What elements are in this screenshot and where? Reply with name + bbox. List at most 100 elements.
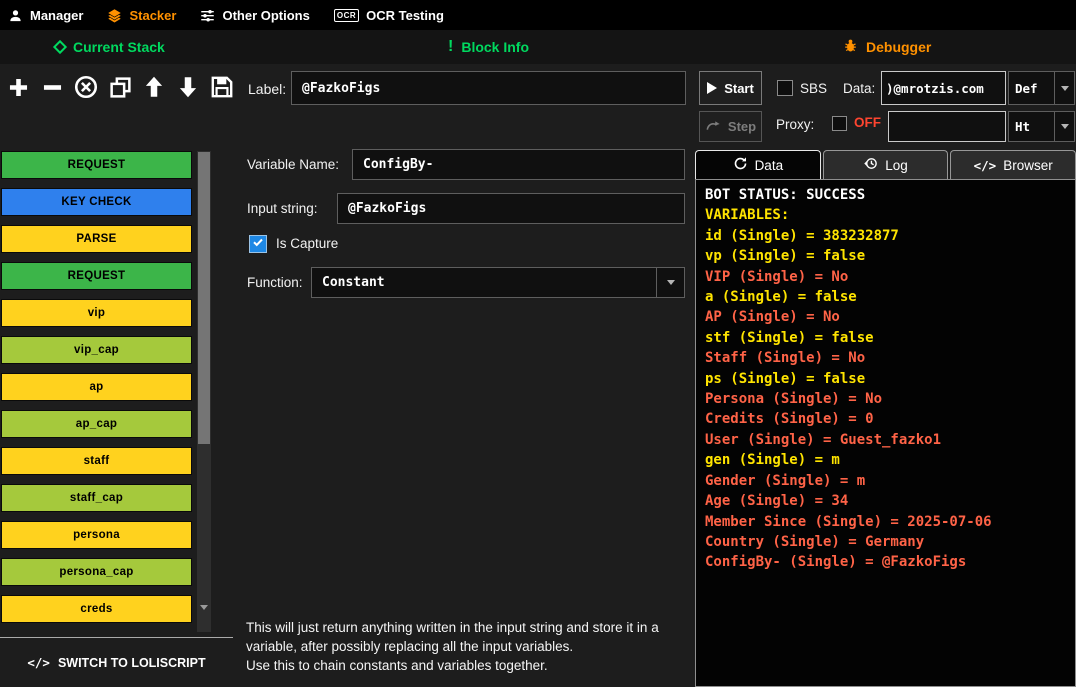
label-caption: Label:	[248, 81, 286, 97]
stack-block[interactable]: ap	[1, 373, 192, 401]
tab-label: Data	[755, 158, 784, 173]
function-dropdown[interactable]: Constant	[311, 267, 685, 298]
debugger-output-line: Persona (Single) = No	[705, 389, 1066, 409]
start-button[interactable]: Start	[699, 71, 762, 105]
scrollbar-thumb[interactable]	[198, 152, 210, 444]
step-icon	[705, 118, 721, 135]
stack-block[interactable]: REQUEST	[1, 262, 192, 290]
history-icon	[863, 156, 878, 174]
stack-block[interactable]: persona	[1, 521, 192, 549]
menubar-item-label: OCR Testing	[366, 8, 444, 23]
debugger-output: BOT STATUS: SUCCESSVARIABLES:id (Single)…	[695, 179, 1076, 687]
sliders-icon	[200, 8, 215, 23]
tab-browser[interactable]: </> Browser	[950, 150, 1076, 179]
menubar-item-ocr-testing[interactable]: OCR OCR Testing	[334, 8, 444, 23]
info-icon: !	[448, 38, 453, 56]
proxy-checkbox[interactable]	[832, 116, 847, 131]
proxy-type-value: Ht	[1009, 112, 1054, 141]
proxy-input[interactable]	[888, 111, 1006, 142]
add-block-button[interactable]	[3, 69, 33, 105]
debugger-output-line: Age (Single) = 34	[705, 491, 1066, 511]
menubar-item-label: Stacker	[129, 8, 176, 23]
app-window: Manager Stacker Other Options OCR OCR Te…	[0, 0, 1076, 687]
menubar-item-stacker[interactable]: Stacker	[107, 8, 176, 23]
proxy-off-label: OFF	[854, 115, 881, 130]
stack-block[interactable]: REQUEST	[1, 151, 192, 179]
debugger-output-line: Staff (Single) = No	[705, 348, 1066, 368]
stack-list: REQUEST KEY CHECK PARSE REQUEST vip vip_capap…	[1, 151, 192, 632]
debugger-output-line: ps (Single) = false	[705, 369, 1066, 389]
step-button-label: Step	[728, 119, 756, 134]
step-button[interactable]: Step	[699, 111, 762, 142]
debugger-output-line: VARIABLES:	[705, 205, 1066, 225]
debugger-output-line: AP (Single) = No	[705, 307, 1066, 327]
stack-block[interactable]: vip	[1, 299, 192, 327]
move-down-button[interactable]	[173, 69, 203, 105]
debugger-tabs: Data Log </> Browser	[695, 150, 1076, 179]
is-capture-label: Is Capture	[276, 236, 338, 251]
stack-block[interactable]: staff	[1, 447, 192, 475]
stack-block[interactable]: KEY CHECK	[1, 188, 192, 216]
debugger-output-line: a (Single) = false	[705, 287, 1066, 307]
stack-block[interactable]: vip_cap	[1, 336, 192, 364]
proxy-type-dropdown[interactable]: Ht	[1008, 111, 1075, 142]
tab-log[interactable]: Log	[823, 150, 949, 179]
data-input[interactable]: )@mrotzis.com	[881, 71, 1006, 105]
stack-block[interactable]: creds	[1, 595, 192, 623]
debugger-output-line: id (Single) = 383232877	[705, 226, 1066, 246]
menubar: Manager Stacker Other Options OCR OCR Te…	[0, 0, 1076, 30]
debugger-output-line: VIP (Single) = No	[705, 267, 1066, 287]
function-caption: Function:	[247, 275, 303, 290]
move-up-button[interactable]	[139, 69, 169, 105]
debugger-output-line: vp (Single) = false	[705, 246, 1066, 266]
label-input[interactable]: @FazkoFigs	[291, 71, 686, 105]
debugger-output-line: ConfigBy- (Single) = @FazkoFigs	[705, 552, 1066, 572]
block-description: This will just return anything written i…	[246, 618, 698, 675]
stack-block[interactable]: PARSE	[1, 225, 192, 253]
tab-label: Browser	[1003, 158, 1053, 173]
is-capture-checkbox[interactable]	[249, 235, 267, 253]
debugger-header: Debugger	[843, 30, 931, 64]
check-icon	[252, 235, 264, 253]
menubar-item-other-options[interactable]: Other Options	[200, 8, 309, 23]
input-string-input[interactable]: @FazkoFigs	[337, 193, 685, 224]
ocr-icon: OCR	[334, 9, 359, 22]
sbs-label: SBS	[800, 81, 827, 96]
block-info-title: Block Info	[461, 39, 529, 55]
debugger-output-line: Gender (Single) = m	[705, 471, 1066, 491]
clone-block-button[interactable]	[105, 69, 135, 105]
menubar-item-manager[interactable]: Manager	[8, 8, 83, 23]
tab-data[interactable]: Data	[695, 150, 821, 179]
menubar-item-label: Manager	[30, 8, 83, 23]
chevron-down-icon[interactable]	[656, 268, 684, 297]
debugger-output-line: Credits (Single) = 0	[705, 409, 1066, 429]
stack-block[interactable]: staff_cap	[1, 484, 192, 512]
debugger-output-line: Member Since (Single) = 2025-07-06	[705, 512, 1066, 532]
proxy-caption: Proxy:	[776, 117, 814, 132]
stack-toolbar	[3, 69, 237, 105]
clear-stack-button[interactable]	[71, 69, 101, 105]
sbs-checkbox[interactable]	[777, 80, 793, 96]
tab-label: Log	[885, 158, 908, 173]
data-caption: Data:	[843, 81, 875, 96]
code-icon: </>	[974, 158, 997, 173]
stack-scrollbar[interactable]	[197, 151, 211, 632]
variable-name-input[interactable]: ConfigBy-	[352, 149, 685, 180]
stack-block[interactable]: persona_cap	[1, 558, 192, 586]
current-stack-title: Current Stack	[73, 39, 165, 55]
start-button-label: Start	[724, 81, 754, 96]
section-header-row: Current Stack ! Block Info Debugger	[0, 30, 1076, 64]
scroll-down-icon[interactable]	[200, 610, 208, 628]
remove-block-button[interactable]	[37, 69, 67, 105]
switch-to-loliscript-button[interactable]: </> SWITCH TO LOLISCRIPT	[0, 637, 233, 687]
refresh-icon	[733, 156, 748, 174]
save-config-button[interactable]	[207, 69, 237, 105]
bug-icon	[843, 38, 858, 56]
stack-block[interactable]: ap_cap	[1, 410, 192, 438]
debugger-output-line: Country (Single) = Germany	[705, 532, 1066, 552]
menubar-item-label: Other Options	[222, 8, 309, 23]
chevron-down-icon[interactable]	[1054, 72, 1074, 104]
chevron-down-icon[interactable]	[1054, 112, 1074, 141]
code-icon: </>	[27, 655, 50, 670]
wordlist-type-dropdown[interactable]: Def	[1008, 71, 1075, 105]
